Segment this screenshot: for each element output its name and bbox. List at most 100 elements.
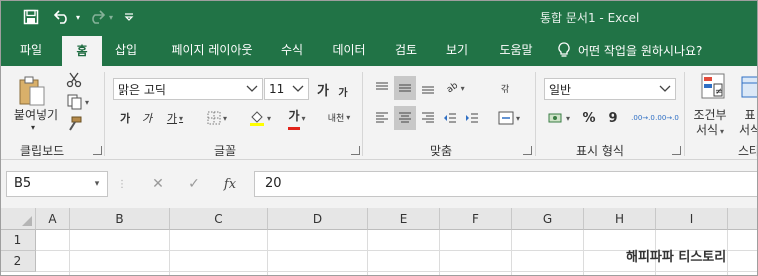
lightbulb-icon bbox=[558, 42, 570, 57]
conditional-formatting-label[interactable]: 조건부 서식 ▾ bbox=[690, 106, 730, 140]
italic-button[interactable]: 가 bbox=[138, 108, 156, 128]
redo-dropdown-icon: ▾ bbox=[108, 12, 113, 22]
formula-bar: B5 ▾ ⋮ ✕ ✓ fx 20 bbox=[0, 160, 758, 208]
merge-center-button[interactable]: ▾ bbox=[494, 108, 524, 128]
fill-bucket-icon bbox=[249, 111, 264, 126]
ribbon-tabs: 파일 홈 삽입 페이지 레이아웃 수식 데이터 검토 보기 도움말 어떤 작업을… bbox=[0, 34, 758, 66]
paste-dropdown-icon[interactable]: ▾ bbox=[28, 122, 38, 132]
column-header-a[interactable]: A bbox=[36, 208, 70, 230]
tab-data[interactable]: 데이터 bbox=[322, 34, 376, 66]
undo-dropdown-icon[interactable]: ▾ bbox=[73, 0, 83, 34]
tab-review[interactable]: 검토 bbox=[384, 34, 428, 66]
grid-line bbox=[267, 230, 268, 276]
alignment-group-label: 맞춤 bbox=[430, 144, 453, 158]
increase-decimal-button[interactable]: .00→.0 bbox=[631, 108, 655, 128]
tell-me-text: 어떤 작업을 원하시나요? bbox=[578, 43, 703, 58]
watermark-text: 해피파파 티스토리 bbox=[626, 250, 727, 265]
format-as-table-label[interactable]: 표 서식 bbox=[736, 106, 758, 140]
spreadsheet-grid: A B C D E F G H I 1 2 bbox=[0, 208, 758, 276]
column-header-c[interactable]: C bbox=[170, 208, 268, 230]
alignment-dialog-launcher[interactable] bbox=[523, 146, 532, 155]
number-dialog-launcher[interactable] bbox=[672, 146, 681, 155]
decrease-indent-button[interactable] bbox=[440, 108, 460, 128]
column-header-h[interactable]: H bbox=[584, 208, 656, 230]
grid-line bbox=[169, 230, 170, 276]
font-dialog-launcher[interactable] bbox=[351, 146, 360, 155]
align-center-button[interactable] bbox=[394, 106, 416, 130]
column-header-g[interactable]: G bbox=[512, 208, 584, 230]
chevron-down-icon bbox=[246, 85, 258, 92]
comma-style-button[interactable]: 9 bbox=[604, 108, 622, 128]
format-painter-icon[interactable] bbox=[64, 114, 84, 134]
column-header-d[interactable]: D bbox=[268, 208, 368, 230]
row-header-2[interactable]: 2 bbox=[0, 251, 36, 272]
formula-input[interactable]: 20 bbox=[254, 171, 758, 197]
group-divider bbox=[104, 72, 105, 156]
tab-help[interactable]: 도움말 bbox=[488, 34, 544, 66]
wrap-text-button[interactable]: 갂 bbox=[492, 76, 518, 100]
row-header-1[interactable]: 1 bbox=[0, 230, 36, 251]
conditional-formatting-icon[interactable]: ≠ bbox=[698, 70, 728, 104]
currency-icon bbox=[548, 113, 562, 123]
decrease-decimal-button[interactable]: .00→.0 bbox=[655, 108, 679, 128]
orientation-button[interactable]: ab ▾ bbox=[440, 78, 472, 98]
tab-view[interactable]: 보기 bbox=[436, 34, 478, 66]
align-middle-button[interactable] bbox=[394, 76, 416, 100]
number-format-dropdown[interactable]: 일반 bbox=[544, 78, 676, 100]
column-header-f[interactable]: F bbox=[440, 208, 512, 230]
paste-label[interactable]: 붙여넣기 bbox=[8, 106, 64, 122]
column-header-partial[interactable] bbox=[728, 208, 758, 230]
tab-home[interactable]: 홈 bbox=[62, 36, 102, 66]
decrease-font-size-button[interactable]: 가 bbox=[334, 82, 352, 100]
chevron-down-icon bbox=[292, 85, 304, 92]
group-divider bbox=[684, 72, 685, 156]
number-group-label: 표시 형식 bbox=[576, 144, 624, 158]
ribbon-home: 붙여넣기 ▾ ▾ 클립보드 맑은 고딕 11 가 가 가 가 가 ▾ ▾ ▾ 가 ▾… bbox=[0, 66, 758, 160]
font-size-dropdown[interactable]: 11 bbox=[264, 78, 309, 100]
borders-button[interactable]: ▾ bbox=[202, 108, 232, 128]
increase-font-size-button[interactable]: 가 bbox=[314, 80, 332, 99]
paste-button[interactable] bbox=[14, 74, 50, 108]
tab-file[interactable]: 파일 bbox=[8, 34, 54, 66]
grid-line bbox=[727, 230, 728, 276]
align-bottom-button[interactable] bbox=[418, 78, 438, 98]
borders-icon bbox=[207, 111, 221, 125]
percent-style-button[interactable]: % bbox=[580, 108, 598, 128]
copy-icon[interactable]: ▾ bbox=[64, 92, 92, 112]
insert-function-button[interactable]: fx bbox=[218, 171, 242, 197]
font-name-dropdown[interactable]: 맑은 고딕 bbox=[113, 78, 263, 100]
name-box-dropdown-icon[interactable]: ▾ bbox=[90, 171, 104, 197]
underline-button[interactable]: 가 ▾ bbox=[160, 108, 190, 128]
fill-color-button[interactable]: ▾ bbox=[244, 108, 276, 128]
increase-indent-button[interactable] bbox=[462, 108, 482, 128]
tab-formulas[interactable]: 수식 bbox=[272, 34, 312, 66]
clipboard-dialog-launcher[interactable] bbox=[93, 146, 102, 155]
align-right-button[interactable] bbox=[418, 108, 438, 128]
grid-line bbox=[511, 230, 512, 276]
column-header-i[interactable]: I bbox=[656, 208, 728, 230]
enter-icon: ✓ bbox=[188, 176, 200, 192]
tab-page-layout[interactable]: 페이지 레이아웃 bbox=[156, 34, 268, 66]
cut-icon[interactable] bbox=[64, 70, 84, 90]
resize-handle-icon[interactable]: ⋮ bbox=[117, 171, 127, 197]
tell-me-box[interactable]: 어떤 작업을 원하시나요? bbox=[558, 34, 702, 66]
undo-icon[interactable] bbox=[50, 0, 74, 34]
font-color-button[interactable]: 가 ▾ bbox=[280, 108, 314, 130]
grid-line bbox=[439, 230, 440, 276]
customize-quick-access-icon[interactable] bbox=[122, 0, 136, 34]
clipboard-group-label: 클립보드 bbox=[20, 144, 65, 158]
phonetic-guide-button[interactable]: 내천 ▾ bbox=[322, 106, 356, 128]
align-top-button[interactable] bbox=[372, 78, 392, 98]
font-group-label: 글꼴 bbox=[214, 144, 237, 158]
column-header-b[interactable]: B bbox=[70, 208, 170, 230]
column-header-e[interactable]: E bbox=[368, 208, 440, 230]
bold-button[interactable]: 가 bbox=[116, 108, 134, 128]
format-as-table-icon[interactable] bbox=[740, 72, 758, 102]
select-all-corner[interactable] bbox=[0, 208, 36, 230]
tab-insert[interactable]: 삽입 bbox=[106, 34, 146, 66]
align-left-button[interactable] bbox=[372, 108, 392, 128]
save-icon[interactable] bbox=[20, 0, 42, 34]
chevron-down-icon bbox=[659, 85, 671, 92]
grid-line bbox=[583, 230, 584, 276]
accounting-format-button[interactable]: ▾ bbox=[544, 108, 574, 128]
